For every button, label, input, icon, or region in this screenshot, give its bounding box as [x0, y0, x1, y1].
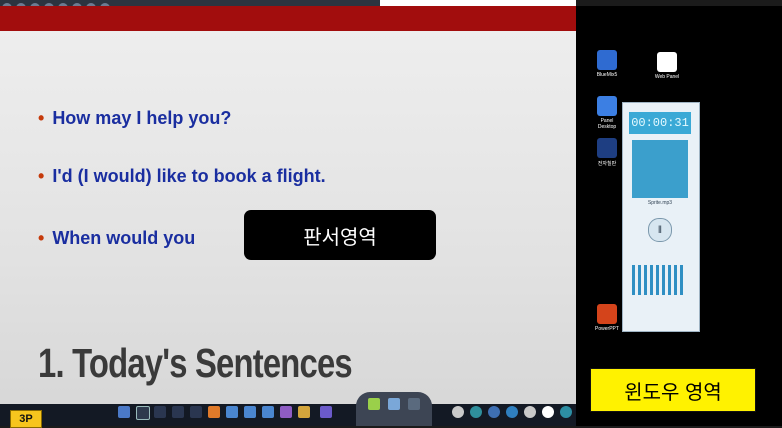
color-dot-icon[interactable] — [470, 406, 482, 418]
slide-header-band — [0, 6, 576, 31]
color-dot-icon[interactable] — [488, 406, 500, 418]
document-icon — [657, 52, 677, 72]
menu-icon[interactable] — [408, 398, 420, 410]
desktop-icon[interactable]: 전자칠판 — [592, 138, 622, 167]
player-visual — [632, 140, 688, 198]
color-dot-icon[interactable] — [524, 406, 536, 418]
bullet-marker: • — [38, 166, 45, 186]
eraser-icon[interactable] — [208, 406, 220, 418]
equalizer-bar[interactable] — [644, 265, 647, 295]
color-dot-icon[interactable] — [452, 406, 464, 418]
board-mode-icon[interactable] — [368, 398, 380, 410]
app-icon — [597, 50, 617, 70]
star-icon — [597, 138, 617, 158]
media-player-window[interactable] — [622, 102, 700, 332]
desktop-icon[interactable]: Panel Desktop — [592, 96, 622, 130]
shape-icon[interactable] — [190, 406, 202, 418]
bullet-item: • When would you — [38, 228, 195, 249]
board-icon[interactable] — [226, 406, 238, 418]
player-time: 00:00:31 — [629, 112, 691, 134]
bullet-marker: • — [38, 228, 45, 248]
desktop-icon-label: BlueMix5 — [596, 72, 618, 78]
select-icon[interactable] — [118, 406, 130, 418]
equalizer-bar[interactable] — [668, 265, 671, 295]
play-button[interactable]: ‖ — [648, 218, 672, 242]
app-icon — [597, 96, 617, 116]
windows-icon[interactable] — [388, 398, 400, 410]
bullet-text: How may I help you? — [52, 108, 232, 128]
equalizer-bar[interactable] — [632, 265, 635, 295]
equalizer-bar[interactable] — [638, 265, 641, 295]
hand-icon[interactable] — [298, 406, 310, 418]
bullet-item: • How may I help you? — [38, 108, 231, 129]
color-dot-icon[interactable] — [542, 406, 554, 418]
player-track: Sprite.mp3 — [647, 200, 673, 206]
highlighter-icon[interactable] — [172, 406, 184, 418]
slide-title: 1. Today's Sentences — [38, 340, 353, 386]
bullet-marker: • — [38, 108, 45, 128]
pen-icon[interactable] — [136, 406, 150, 420]
color-dot-icon[interactable] — [506, 406, 518, 418]
bullet-text: When would you — [52, 228, 196, 248]
bullet-text: I'd (I would) like to book a flight. — [52, 166, 326, 186]
desktop-icon-label: Panel Desktop — [597, 118, 617, 130]
equalizer-bar[interactable] — [650, 265, 653, 295]
image-icon[interactable] — [280, 406, 292, 418]
window-area-label: 윈도우 영역 — [590, 368, 756, 412]
page-icon[interactable] — [244, 406, 256, 418]
line-icon[interactable] — [154, 406, 166, 418]
tool-icon[interactable] — [320, 406, 332, 418]
equalizer-bar[interactable] — [680, 265, 683, 295]
color-dot-icon[interactable] — [560, 406, 572, 418]
desktop-icon[interactable]: BlueMix5 — [592, 50, 622, 78]
desktop-icon[interactable]: PowerPPT — [592, 304, 622, 332]
equalizer-bar[interactable] — [674, 265, 677, 295]
powerpoint-icon — [597, 304, 617, 324]
desktop-icon-label: PowerPPT — [595, 326, 619, 332]
equalizer-bar[interactable] — [656, 265, 659, 295]
bullet-item: • I'd (I would) like to book a flight. — [38, 166, 326, 187]
equalizer-bar[interactable] — [662, 265, 665, 295]
desktop-icon[interactable]: Web Panel — [652, 52, 682, 80]
desktop-icon-label: 전자칠판 — [597, 161, 617, 167]
board-area-label: 판서영역 — [244, 210, 436, 260]
desktop-icon-label: Web Panel — [654, 74, 680, 80]
page-badge[interactable]: 3P — [10, 410, 42, 428]
capture-icon[interactable] — [262, 406, 274, 418]
